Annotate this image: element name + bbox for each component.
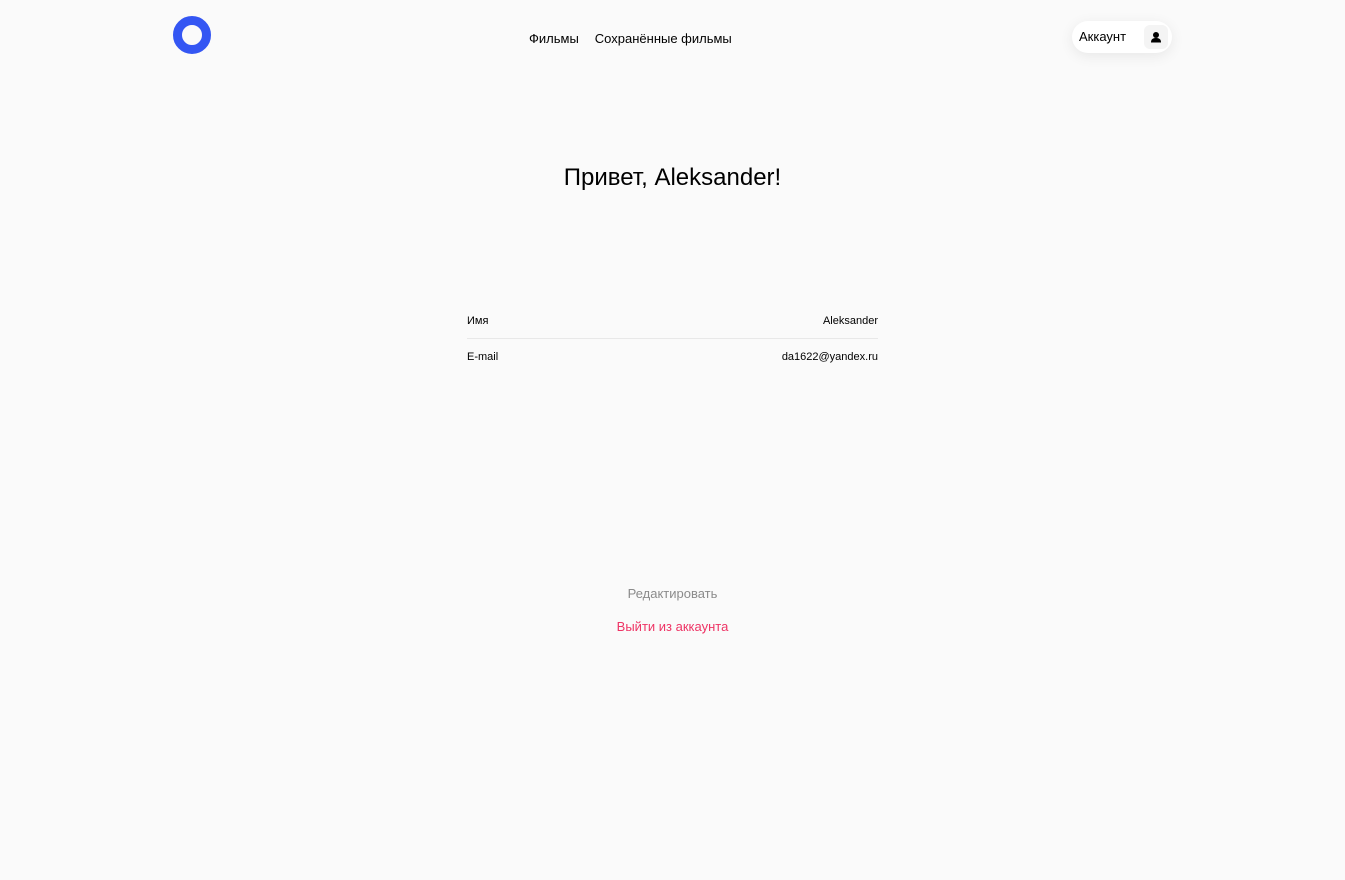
main-nav: Фильмы Сохранённые фильмы <box>529 30 732 48</box>
site-header: Фильмы Сохранённые фильмы Аккаунт <box>0 0 1345 74</box>
nav-link-movies[interactable]: Фильмы <box>529 30 579 48</box>
name-value: Aleksander <box>822 315 878 327</box>
profile-info: Имя Aleksander E-mail da1622@yandex.ru <box>467 306 878 372</box>
user-icon <box>1144 25 1168 49</box>
name-label: Имя <box>467 315 489 327</box>
email-label: E-mail <box>467 351 499 363</box>
profile-greeting: Привет, Aleksander! <box>563 164 782 191</box>
logo[interactable] <box>173 16 211 54</box>
profile-divider <box>467 338 878 339</box>
logout-button[interactable]: Выйти из аккаунта <box>0 619 1345 635</box>
account-button[interactable]: Аккаунт <box>1072 21 1172 53</box>
profile-row-email: E-mail da1622@yandex.ru <box>467 342 878 372</box>
nav-link-saved-movies[interactable]: Сохранённые фильмы <box>595 30 732 48</box>
edit-profile-button[interactable]: Редактировать <box>0 586 1345 602</box>
email-value: da1622@yandex.ru <box>781 351 878 363</box>
profile-row-name: Имя Aleksander <box>467 306 878 336</box>
account-label: Аккаунт <box>1079 29 1127 44</box>
